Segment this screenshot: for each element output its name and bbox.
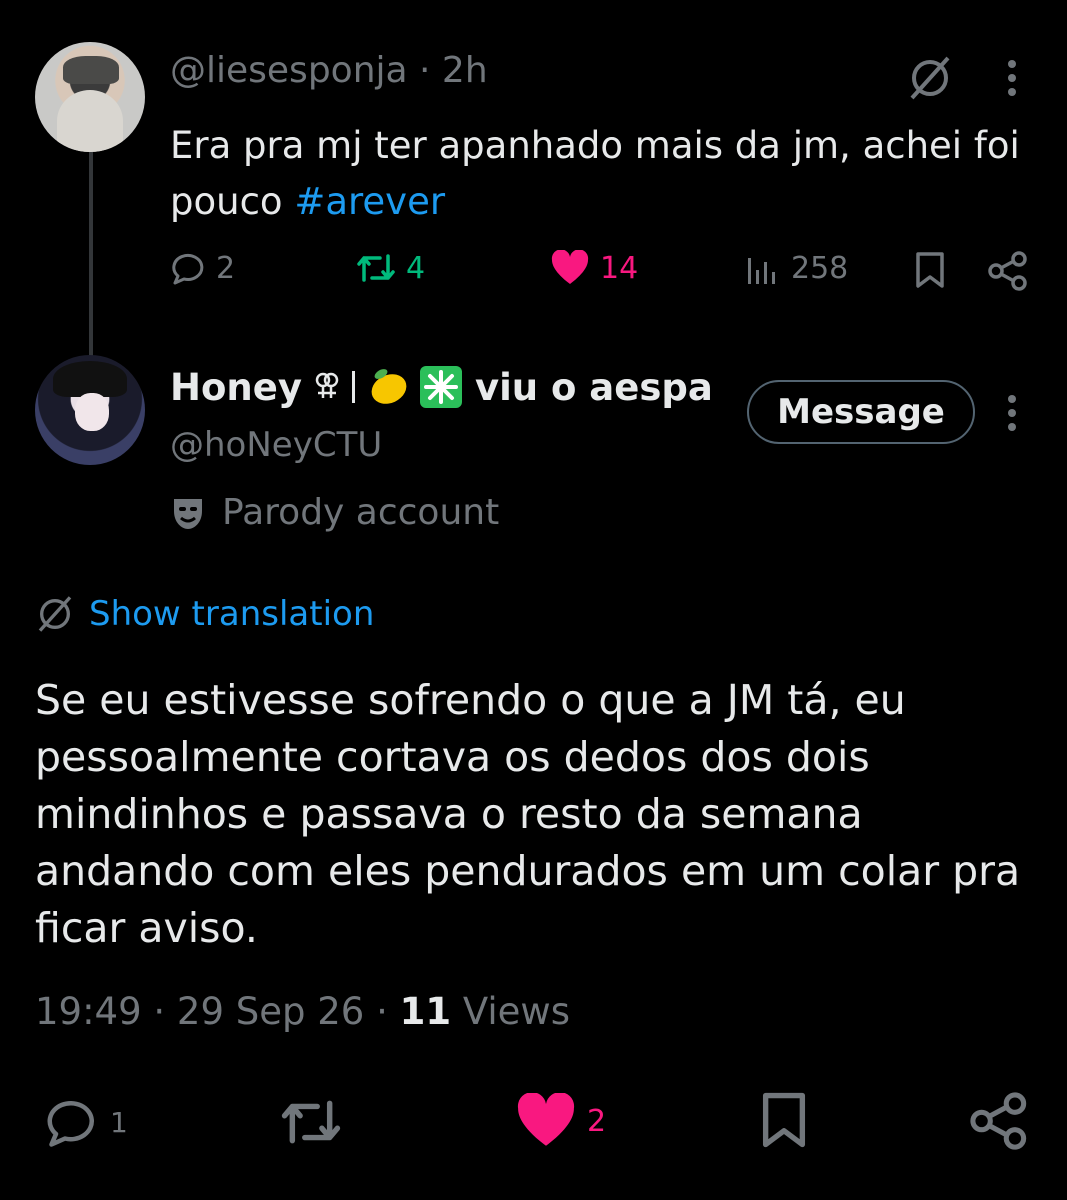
sparkle-emoji: [419, 365, 463, 409]
author-handle[interactable]: @hoNeyCTU: [170, 425, 382, 465]
bookmark-icon[interactable]: [913, 251, 947, 289]
translate-icon[interactable]: [906, 56, 954, 100]
parent-text: Era pra mj ter apanhado mais da jm, ache…: [170, 118, 1040, 230]
female-symbol-icon: [314, 370, 340, 404]
main-tweet-text: Se eu estivesse sofrendo o que a JM tá, …: [35, 676, 1021, 952]
like-count: 2: [587, 1103, 607, 1139]
reply-count: 1: [110, 1105, 128, 1139]
main-share-action[interactable]: [970, 1092, 1028, 1150]
main-like-action[interactable]: 2: [515, 1093, 606, 1149]
parody-label: Parody account: [222, 492, 500, 533]
more-icon[interactable]: [1005, 58, 1019, 98]
name-divider: [351, 371, 355, 403]
parent-like-stat[interactable]: 14: [550, 250, 638, 286]
parent-time: · 2h: [419, 50, 488, 91]
like-count: 14: [600, 250, 639, 286]
parent-reply-stat[interactable]: 2: [170, 250, 235, 286]
parody-badge: Parody account: [170, 492, 499, 533]
views-count: 258: [791, 250, 849, 286]
repost-icon: [278, 1094, 344, 1150]
message-button[interactable]: Message: [747, 380, 975, 444]
reply-icon: [42, 1095, 100, 1149]
hashtag-link[interactable]: #arever: [294, 180, 445, 223]
heart-icon: [515, 1093, 577, 1149]
parent-repost-stat[interactable]: 4: [356, 250, 425, 286]
views-icon: [745, 250, 781, 286]
show-translation-label[interactable]: Show translation: [89, 594, 374, 634]
share-icon: [970, 1092, 1028, 1150]
main-repost-action[interactable]: [278, 1094, 344, 1150]
repost-count: 4: [406, 250, 426, 286]
author-display-name[interactable]: Honey: [170, 366, 302, 409]
parody-mask-icon: [170, 495, 206, 531]
show-translation-link[interactable]: Show translation: [35, 594, 374, 634]
main-bookmark-action[interactable]: [758, 1090, 810, 1150]
tweet-timestamp-row: 19:49 · 29 Sep 26 · 11 Views: [35, 990, 570, 1033]
heart-icon: [550, 250, 590, 286]
main-reply-action[interactable]: 1: [42, 1095, 128, 1149]
reply-icon: [170, 250, 206, 286]
bookmark-icon: [758, 1090, 810, 1150]
repost-icon: [356, 250, 396, 286]
parent-avatar[interactable]: [35, 42, 145, 152]
author-name-suffix[interactable]: viu o aespa: [475, 366, 713, 409]
lemon-emoji: [367, 365, 411, 409]
author-avatar[interactable]: [35, 355, 145, 465]
thread-connector: [89, 152, 93, 358]
parent-header[interactable]: @liesesponja · 2h: [170, 50, 488, 91]
author-more-icon[interactable]: [1005, 393, 1019, 433]
reply-count: 2: [216, 250, 236, 286]
share-icon[interactable]: [988, 251, 1028, 291]
views-label: Views: [451, 990, 570, 1033]
author-name-row[interactable]: Honey viu o aespa: [170, 365, 713, 409]
parent-handle[interactable]: @liesesponja: [170, 50, 408, 91]
tweet-timestamp[interactable]: 19:49 · 29 Sep 26 ·: [35, 990, 400, 1033]
parent-views-stat[interactable]: 258: [745, 250, 848, 286]
views-count-bold: 11: [399, 990, 452, 1033]
translate-icon: [35, 595, 75, 633]
